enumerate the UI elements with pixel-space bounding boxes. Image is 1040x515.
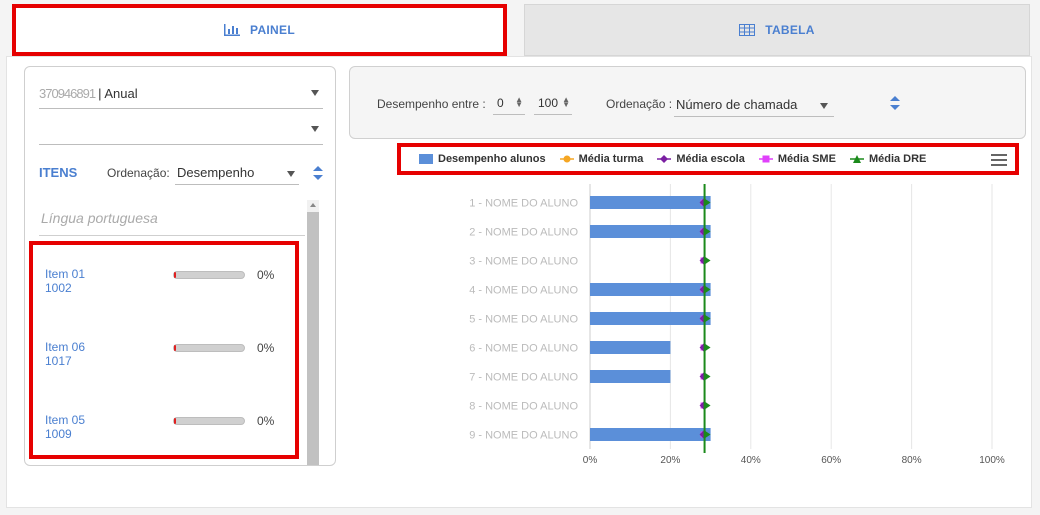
sort-icon[interactable] [313,166,323,180]
period-blurred-text: 370946891 [39,86,96,101]
min-stepper[interactable]: 0 ▲ ▼ [493,91,525,115]
ordenacao2-value: Número de chamada [676,97,798,112]
ordenacao-select-value: Desempenho [177,165,255,180]
ordenacao2-label: Ordenação : [606,97,673,111]
table-icon [739,24,756,36]
legend-label: Desempenho alunos [438,153,546,165]
triangle-marker-icon [849,155,864,163]
progress-fill [174,272,176,278]
category-label: 5 - NOME DO ALUNO [469,314,578,326]
list-item[interactable]: Item 01 1002 0% [45,267,291,301]
scroll-up-icon[interactable] [310,203,316,207]
legend-item-media-turma[interactable]: Média turma [559,153,644,165]
item-name: Item 01 [45,267,86,281]
item-name: Item 05 [45,413,86,427]
category-label: 8 - NOME DO ALUNO [469,401,578,413]
ordenacao-select[interactable]: Desempenho [175,159,299,185]
bar-chart-icon [224,24,241,36]
x-tick-label: 80% [902,455,922,466]
secondary-select[interactable] [39,115,323,145]
legend-label: Média SME [777,153,836,165]
circle-marker-icon [559,155,574,163]
legend-item-media-dre[interactable]: Média DRE [849,153,927,165]
progress-bar [173,271,245,279]
items-scrollbar[interactable] [307,200,319,465]
itens-heading: ITENS [39,165,78,180]
bar [590,196,711,209]
legend-item-media-escola[interactable]: Média escola [657,153,745,165]
list-item[interactable]: Item 06 1017 0% [45,340,291,374]
progress-bar [173,417,245,425]
progress-fill [174,418,176,424]
hamburger-menu-icon[interactable] [991,154,1007,166]
items-list: Item 01 1002 0% Item 06 1017 0% Item 05 … [29,241,299,459]
spinner-icon[interactable]: ▲ ▼ [562,96,570,109]
item-name: Item 06 [45,340,86,354]
item-code: 1009 [45,427,72,441]
bar [590,312,711,325]
category-label: 6 - NOME DO ALUNO [469,343,578,355]
category-label: 2 - NOME DO ALUNO [469,227,578,239]
category-label: 9 - NOME DO ALUNO [469,430,578,442]
list-item[interactable]: Item 05 1009 0% [45,413,291,447]
x-tick-label: 40% [741,455,761,466]
category-label: 1 - NOME DO ALUNO [469,198,578,210]
chevron-down-icon [820,103,828,109]
legend-label: Média DRE [868,153,927,165]
scroll-thumb[interactable] [307,212,319,465]
category-label: 3 - NOME DO ALUNO [469,256,578,268]
item-code: 1017 [45,354,72,368]
tab-painel[interactable]: PAINEL [12,4,507,56]
tab-tabela-label: TABELA [765,23,815,37]
chevron-down-icon [311,90,319,96]
sort-icon[interactable] [890,96,900,110]
progress-fill [174,345,176,351]
bar [590,428,711,441]
chart-legend: Desempenho alunos Média turma Média esco… [397,143,1019,175]
item-percent: 0% [257,414,275,428]
ordenacao-label: Ordenação: [107,166,170,180]
search-input[interactable]: Língua portuguesa [39,202,305,236]
tab-painel-label: PAINEL [250,23,295,37]
item-percent: 0% [257,268,275,282]
desempenho-label: Desempenho entre : [377,97,486,111]
item-code: 1002 [45,281,72,295]
legend-label: Média turma [578,153,644,165]
diamond-marker-icon [657,155,672,163]
chevron-down-icon [311,126,319,132]
x-tick-label: 100% [979,455,1005,466]
period-select[interactable]: 370946891 | Anual [39,79,323,109]
category-label: 4 - NOME DO ALUNO [469,285,578,297]
max-value: 100 [538,96,559,110]
bar [590,283,711,296]
app-root: PAINEL TABELA 370946891 | Anual ITENS Or… [0,0,1040,515]
tab-tabela[interactable]: TABELA [524,4,1030,56]
period-select-value: | Anual [98,86,138,101]
progress-bar [173,344,245,352]
square-marker-icon [419,154,433,164]
legend-label: Média escola [676,153,745,165]
item-percent: 0% [257,341,275,355]
x-tick-label: 0% [583,455,598,466]
spinner-icon[interactable]: ▲ ▼ [515,96,523,109]
bar [590,225,711,238]
legend-item-media-sme[interactable]: Média SME [758,153,836,165]
x-tick-label: 20% [660,455,680,466]
chevron-down-icon [287,171,295,177]
items-panel: 370946891 | Anual ITENS Ordenação: Desem… [24,66,336,466]
category-label: 7 - NOME DO ALUNO [469,372,578,384]
min-value: 0 [497,96,504,110]
square-marker-icon [758,155,773,163]
filter-panel: Desempenho entre : 0 ▲ ▼ 100 ▲ ▼ Ordenação… [349,66,1026,139]
bar [590,341,671,354]
bar [590,370,671,383]
x-tick-label: 60% [821,455,841,466]
search-placeholder: Língua portuguesa [41,210,158,226]
performance-chart: 0% 20% 40% 60% 80% 100% 1 - NOME DO ALUNO 2 - N… [469,184,1005,466]
ordenacao2-select[interactable]: Número de chamada [674,91,834,117]
max-stepper[interactable]: 100 ▲ ▼ [534,91,572,115]
legend-item-desempenho[interactable]: Desempenho alunos [419,153,546,165]
